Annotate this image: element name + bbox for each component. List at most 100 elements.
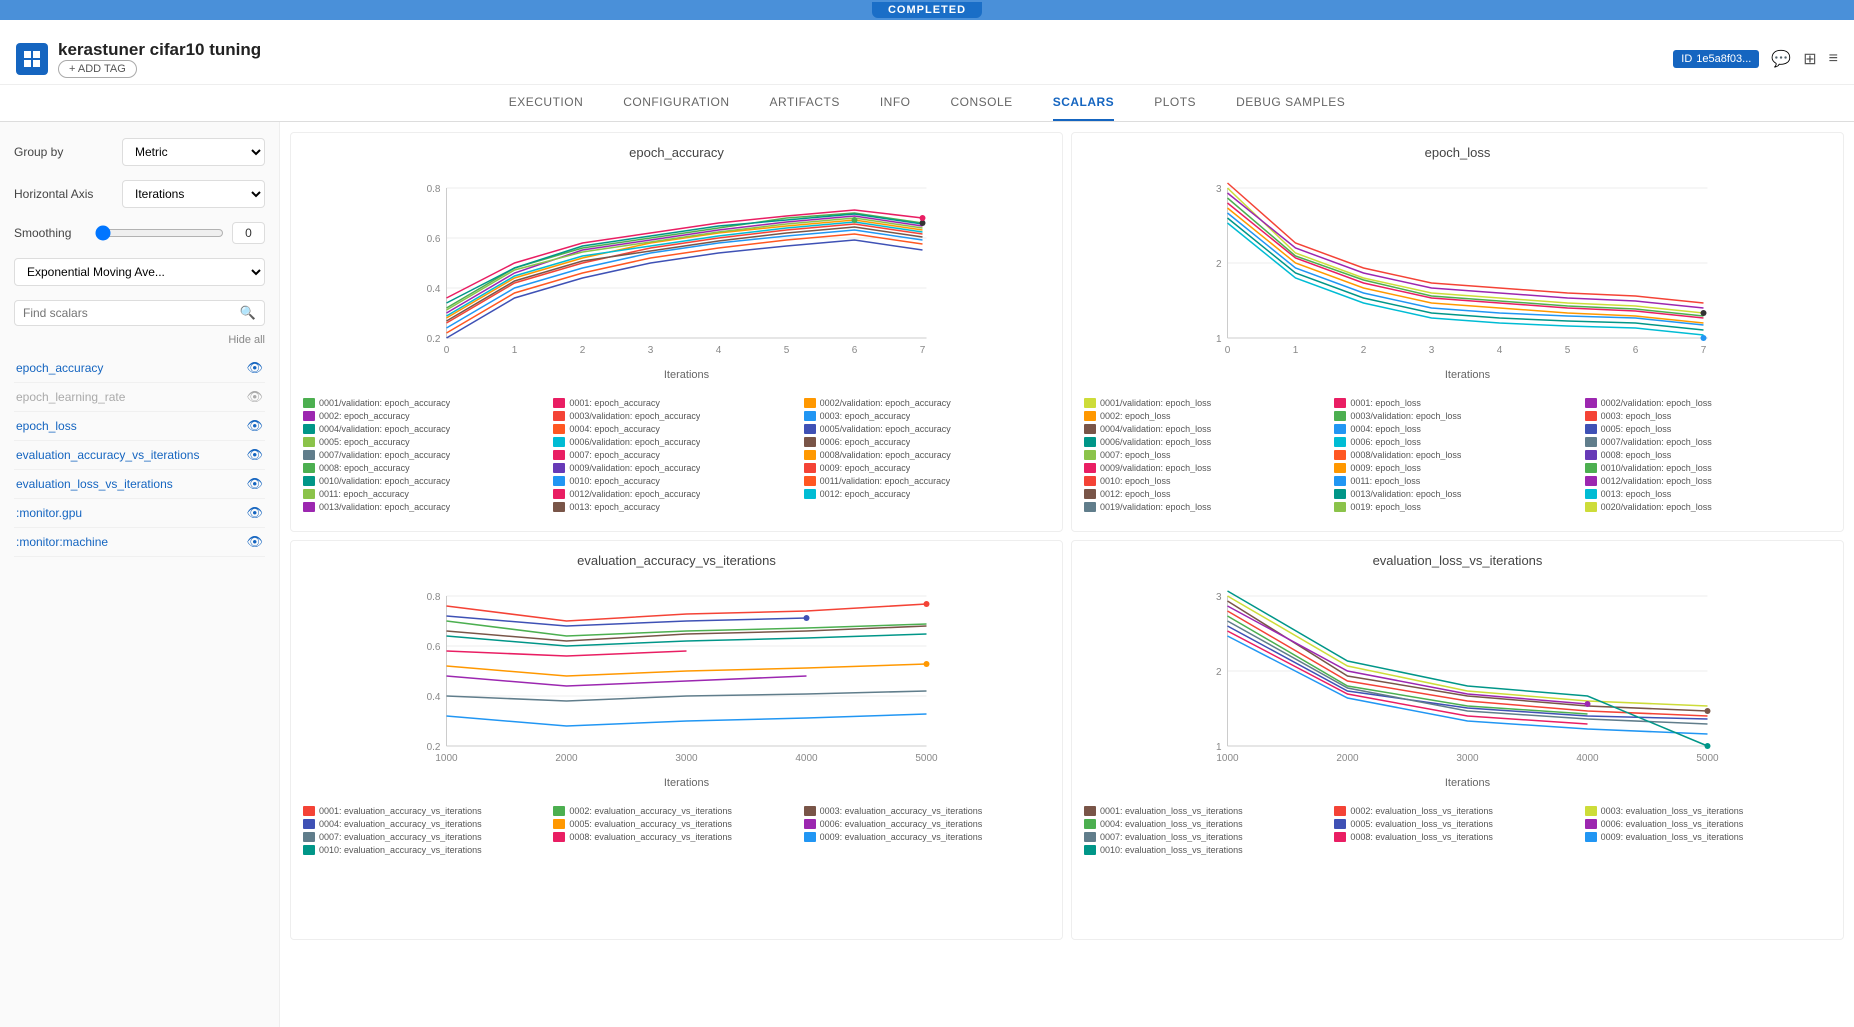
legend-label: 0008: epoch_accuracy (319, 463, 410, 473)
scalar-item[interactable]: epoch_loss 👁 (14, 412, 265, 441)
menu-icon[interactable]: ≡ (1829, 50, 1838, 68)
legend-color (553, 411, 565, 421)
legend-color (303, 502, 315, 512)
tab-plots[interactable]: PLOTS (1154, 95, 1196, 121)
legend-label: 0004/validation: epoch_loss (1100, 424, 1211, 434)
legend-item: 0007: epoch_accuracy (553, 449, 799, 461)
legend-item: 0009/validation: epoch_accuracy (553, 462, 799, 474)
legend-item: 0008: epoch_loss (1585, 449, 1831, 461)
scalar-visibility-toggle[interactable]: 👁 (246, 360, 263, 376)
group-by-row: Group by Metric (14, 138, 265, 166)
legend-label: 0007: epoch_loss (1100, 450, 1171, 460)
legend-item: 0008/validation: epoch_loss (1334, 449, 1580, 461)
tab-configuration[interactable]: CONFIGURATION (623, 95, 729, 121)
tab-console[interactable]: CONSOLE (951, 95, 1013, 121)
legend-item: 0010/validation: epoch_accuracy (303, 475, 549, 487)
legend-label: 0003/validation: epoch_accuracy (569, 411, 700, 421)
legend-color (553, 398, 565, 408)
svg-text:0.2: 0.2 (427, 334, 441, 345)
legend-color (1585, 502, 1597, 512)
legend-color (553, 502, 565, 512)
legend-label: 0006/validation: epoch_accuracy (569, 437, 700, 447)
svg-text:3: 3 (648, 345, 654, 356)
scalar-visibility-toggle[interactable]: 👁 (246, 418, 263, 434)
scalar-visibility-toggle[interactable]: 👁 (246, 534, 263, 550)
legend-item: 0007/validation: epoch_loss (1585, 436, 1831, 448)
scalar-item[interactable]: :monitor.gpu 👁 (14, 499, 265, 528)
legend-item: 0010: evaluation_loss_vs_iterations (1084, 844, 1330, 856)
legend-item: 0002: epoch_accuracy (303, 410, 549, 422)
scalar-item[interactable]: epoch_accuracy 👁 (14, 354, 265, 383)
legend-item: 0001/validation: epoch_accuracy (303, 397, 549, 409)
tab-execution[interactable]: EXECUTION (509, 95, 584, 121)
smoothing-type-select[interactable]: Exponential Moving Ave... (14, 258, 265, 286)
horizontal-axis-select[interactable]: Iterations (122, 180, 265, 208)
legend-color (1334, 489, 1346, 499)
legend-label: 0010: evaluation_accuracy_vs_iterations (319, 845, 482, 855)
status-badge: COMPLETED (872, 2, 982, 18)
view-icon[interactable]: ⊞ (1803, 49, 1816, 69)
eval-loss-panel: evaluation_loss_vs_iterations 3 2 1 1000… (1071, 540, 1844, 940)
legend-label: 0012: epoch_accuracy (820, 489, 911, 499)
svg-text:3: 3 (1429, 345, 1435, 356)
legend-label: 0008: epoch_loss (1601, 450, 1672, 460)
legend-label: 0011/validation: epoch_accuracy (820, 476, 950, 486)
eval-loss-legend: 0001: evaluation_loss_vs_iterations 0002… (1084, 805, 1831, 856)
legend-color (303, 450, 315, 460)
svg-text:1000: 1000 (435, 753, 458, 764)
legend-label: 0010: evaluation_loss_vs_iterations (1100, 845, 1243, 855)
legend-label: 0002: evaluation_accuracy_vs_iterations (569, 806, 732, 816)
legend-item: 0019: epoch_loss (1334, 501, 1580, 513)
svg-text:3000: 3000 (675, 753, 698, 764)
tab-info[interactable]: INFO (880, 95, 911, 121)
svg-text:2: 2 (1361, 345, 1367, 356)
legend-color (1084, 502, 1096, 512)
legend-label: 0012: epoch_loss (1100, 489, 1171, 499)
scalar-item[interactable]: epoch_learning_rate 👁 (14, 383, 265, 412)
hide-all[interactable]: Hide all (14, 334, 265, 346)
svg-text:2: 2 (1216, 667, 1222, 678)
add-tag-button[interactable]: + ADD TAG (58, 60, 137, 78)
legend-item: 0009: evaluation_loss_vs_iterations (1585, 831, 1831, 843)
legend-item: 0005: epoch_accuracy (303, 436, 549, 448)
legend-label: 0009/validation: epoch_accuracy (569, 463, 700, 473)
scalar-visibility-toggle[interactable]: 👁 (246, 447, 263, 463)
legend-label: 0006: epoch_loss (1350, 437, 1421, 447)
svg-text:1: 1 (1216, 742, 1222, 753)
legend-item: 0003: epoch_loss (1585, 410, 1831, 422)
scalar-item[interactable]: evaluation_loss_vs_iterations 👁 (14, 470, 265, 499)
svg-text:1000: 1000 (1216, 753, 1239, 764)
scalar-item[interactable]: evaluation_accuracy_vs_iterations 👁 (14, 441, 265, 470)
smoothing-row: Smoothing 0 (14, 222, 265, 244)
legend-color (303, 819, 315, 829)
tab-artifacts[interactable]: ARTIFACTS (770, 95, 840, 121)
message-icon[interactable]: 💬 (1771, 49, 1791, 69)
tab-scalars[interactable]: SCALARS (1053, 95, 1115, 121)
legend-color (1334, 806, 1346, 816)
svg-text:0: 0 (444, 345, 450, 356)
scalar-item[interactable]: :monitor:machine 👁 (14, 528, 265, 557)
search-input[interactable] (23, 306, 240, 320)
legend-label: 0004: epoch_accuracy (569, 424, 660, 434)
legend-color (553, 819, 565, 829)
group-by-select[interactable]: Metric (122, 138, 265, 166)
scalar-visibility-toggle[interactable]: 👁 (246, 476, 263, 492)
tab-debug-samples[interactable]: DEBUG SAMPLES (1236, 95, 1345, 121)
scalar-visibility-toggle[interactable]: 👁 (246, 505, 263, 521)
legend-label: 0013: epoch_accuracy (569, 502, 660, 512)
legend-color (804, 437, 816, 447)
scalar-name: evaluation_loss_vs_iterations (16, 477, 173, 491)
scalar-name: :monitor:machine (16, 535, 108, 549)
legend-label: 0019/validation: epoch_loss (1100, 502, 1211, 512)
legend-item: 0002: evaluation_accuracy_vs_iterations (553, 805, 799, 817)
svg-text:1: 1 (512, 345, 518, 356)
smoothing-slider[interactable] (95, 225, 224, 241)
legend-color (1084, 411, 1096, 421)
legend-color (1585, 411, 1597, 421)
legend-color (553, 476, 565, 486)
legend-item: 0006: epoch_accuracy (804, 436, 1050, 448)
scalar-visibility-toggle[interactable]: 👁 (246, 389, 263, 405)
legend-color (1585, 450, 1597, 460)
legend-label: 0004: evaluation_accuracy_vs_iterations (319, 819, 482, 829)
header-right: ID 1e5a8f03... 💬 ⊞ ≡ (1673, 49, 1838, 69)
